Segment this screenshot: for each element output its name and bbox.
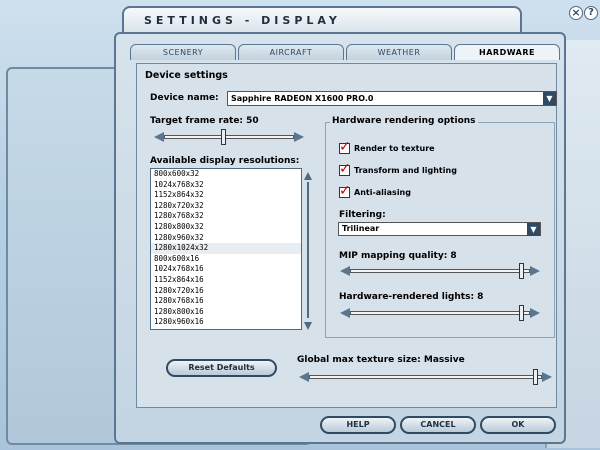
resolution-item[interactable]: 800x600x32 bbox=[151, 169, 301, 180]
slider-thumb[interactable] bbox=[221, 129, 226, 145]
slider-left-arrow-icon[interactable] bbox=[340, 308, 350, 318]
resolution-item[interactable]: 1280x768x16 bbox=[151, 296, 301, 307]
hardware-options-label: Hardware rendering options bbox=[330, 116, 478, 126]
resolution-item[interactable]: 1280x960x16 bbox=[151, 317, 301, 328]
scroll-track[interactable] bbox=[307, 182, 309, 318]
slider-thumb[interactable] bbox=[519, 305, 524, 321]
slider-left-arrow-icon[interactable] bbox=[154, 132, 164, 142]
resolution-item[interactable]: 1280x768x32 bbox=[151, 211, 301, 222]
ok-button[interactable]: OK bbox=[480, 416, 556, 434]
slider-left-arrow-icon[interactable] bbox=[340, 266, 350, 276]
slider-right-arrow-icon[interactable] bbox=[530, 266, 540, 276]
tab-hardware[interactable]: HARDWARE bbox=[454, 44, 560, 60]
title-bar: SETTINGS - DISPLAY bbox=[122, 6, 522, 34]
frame-rate-slider[interactable] bbox=[154, 129, 304, 145]
cancel-button[interactable]: CANCEL bbox=[400, 416, 476, 434]
resolution-item[interactable]: 1024x768x32 bbox=[151, 180, 301, 191]
device-settings-label: Device settings bbox=[145, 70, 228, 81]
device-name-value: Sapphire RADEON X1600 PRO.0 bbox=[231, 94, 374, 103]
close-icon[interactable]: × bbox=[569, 6, 583, 20]
texture-size-label: Global max texture size: Massive bbox=[297, 355, 465, 365]
resolution-item[interactable]: 1280x720x32 bbox=[151, 201, 301, 212]
resolution-item[interactable]: 1280x1024x32 bbox=[151, 243, 301, 254]
resolution-item[interactable]: 1024x768x16 bbox=[151, 264, 301, 275]
resolution-item[interactable]: 1280x960x32 bbox=[151, 233, 301, 244]
tab-bar: SCENERY AIRCRAFT WEATHER HARDWARE bbox=[130, 44, 560, 60]
resolution-item[interactable]: 1152x864x16 bbox=[151, 275, 301, 286]
tab-aircraft[interactable]: AIRCRAFT bbox=[238, 44, 344, 60]
resolution-item[interactable]: 1280x720x16 bbox=[151, 286, 301, 297]
slider-left-arrow-icon[interactable] bbox=[299, 372, 309, 382]
texture-size-slider[interactable] bbox=[299, 369, 552, 385]
anti-aliasing-checkbox[interactable]: ✓ bbox=[339, 183, 351, 199]
resolution-item[interactable]: 1280x800x32 bbox=[151, 222, 301, 233]
slider-track bbox=[350, 311, 530, 315]
mip-mapping-slider[interactable] bbox=[340, 263, 540, 279]
slider-right-arrow-icon[interactable] bbox=[542, 372, 552, 382]
render-to-texture-checkbox[interactable]: ✓ bbox=[339, 139, 351, 155]
scroll-up-icon[interactable] bbox=[304, 172, 312, 180]
resolution-item[interactable]: 1152x864x32 bbox=[151, 190, 301, 201]
slider-right-arrow-icon[interactable] bbox=[294, 132, 304, 142]
hardware-lights-label: Hardware-rendered lights: 8 bbox=[339, 292, 484, 302]
chevron-down-icon[interactable]: ▼ bbox=[543, 92, 556, 105]
slider-thumb[interactable] bbox=[533, 369, 538, 385]
chevron-down-icon[interactable]: ▼ bbox=[527, 223, 540, 236]
tab-scenery[interactable]: SCENERY bbox=[130, 44, 236, 60]
resolutions-label: Available display resolutions: bbox=[150, 156, 300, 166]
frame-rate-label: Target frame rate: 50 bbox=[150, 116, 259, 126]
dialog-title: SETTINGS - DISPLAY bbox=[144, 14, 341, 27]
anti-aliasing-label[interactable]: Anti-aliasing bbox=[354, 188, 411, 197]
hardware-lights-slider[interactable] bbox=[340, 305, 540, 321]
filtering-label: Filtering: bbox=[339, 210, 386, 220]
resolution-item[interactable]: 1280x800x16 bbox=[151, 307, 301, 318]
reset-defaults-button[interactable]: Reset Defaults bbox=[166, 359, 277, 377]
device-name-select[interactable]: Sapphire RADEON X1600 PRO.0 ▼ bbox=[227, 91, 557, 106]
resolution-item[interactable]: 800x600x16 bbox=[151, 254, 301, 265]
checkmark-icon: ✓ bbox=[339, 139, 351, 155]
resolution-list[interactable]: 800x600x32 1024x768x32 1152x864x32 1280x720… bbox=[150, 168, 302, 330]
scroll-down-icon[interactable] bbox=[304, 322, 312, 330]
checkmark-icon: ✓ bbox=[339, 183, 351, 199]
checkmark-icon: ✓ bbox=[339, 161, 351, 177]
transform-lighting-label[interactable]: Transform and lighting bbox=[354, 166, 457, 175]
mip-mapping-label: MIP mapping quality: 8 bbox=[339, 251, 457, 261]
help-button[interactable]: HELP bbox=[320, 416, 396, 434]
transform-lighting-checkbox[interactable]: ✓ bbox=[339, 161, 351, 177]
help-icon[interactable]: ? bbox=[584, 6, 598, 20]
slider-thumb[interactable] bbox=[519, 263, 524, 279]
slider-track bbox=[350, 269, 530, 273]
resolution-scrollbar[interactable] bbox=[302, 170, 314, 332]
slider-track bbox=[164, 135, 294, 139]
render-to-texture-label[interactable]: Render to texture bbox=[354, 144, 435, 153]
filtering-value: Trilinear bbox=[342, 224, 380, 233]
slider-right-arrow-icon[interactable] bbox=[530, 308, 540, 318]
tab-weather[interactable]: WEATHER bbox=[346, 44, 452, 60]
slider-track bbox=[309, 375, 542, 379]
filtering-select[interactable]: Trilinear ▼ bbox=[338, 222, 541, 236]
device-name-label: Device name: bbox=[150, 93, 219, 103]
